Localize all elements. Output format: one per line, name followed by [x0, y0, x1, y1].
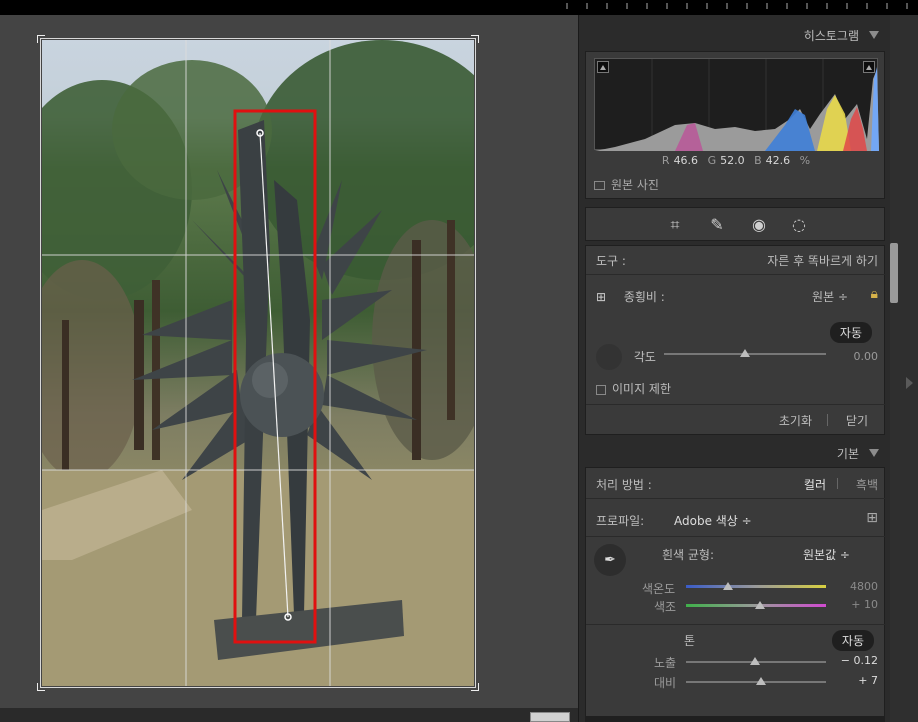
tint-slider-knob[interactable] [755, 601, 766, 609]
constrain-label: 이미지 제한 [612, 382, 672, 396]
original-photo-label: 원본 사진 [611, 178, 659, 192]
histogram-header[interactable]: 히스토그램 [585, 23, 883, 45]
profile-dropdown[interactable]: Adobe 색상 ÷ [674, 512, 752, 529]
temp-slider-knob[interactable] [723, 582, 733, 590]
divider [586, 404, 886, 405]
crop-handle-top-right[interactable] [471, 35, 479, 43]
top-strip [0, 0, 918, 15]
canvas-bottom-bar [0, 708, 578, 722]
r-value: 46.6 [673, 154, 699, 167]
tool-strip: ⌗ ✎ ◉ ◌ [585, 207, 885, 241]
crop-handle-top-left[interactable] [37, 35, 45, 43]
tool-row: 도구 : 자른 후 똑바르게 하기 [596, 252, 878, 269]
histogram-graph [594, 58, 879, 151]
white-balance-dropdown[interactable]: 원본값 ÷ [803, 546, 850, 563]
temp-value: 4800 [850, 580, 878, 593]
temp-slider[interactable] [686, 585, 826, 588]
lock-icon[interactable]: 🔒︎ [871, 286, 878, 302]
histogram-curve [595, 59, 879, 151]
treatment-row: 처리 방법 : 컬러 흑백 [596, 476, 878, 493]
basic-header[interactable]: 기본 [585, 441, 883, 463]
tone-label: 톤 [684, 634, 696, 648]
divider [586, 536, 886, 537]
tool-value: 자른 후 똑바르게 하기 [767, 254, 878, 268]
angle-slider-knob[interactable] [740, 349, 750, 357]
collapse-triangle-icon [869, 449, 879, 457]
collapse-triangle-icon [869, 31, 879, 39]
shadow-clipping-toggle[interactable] [597, 61, 609, 73]
scroll-thumb[interactable] [890, 243, 898, 303]
treatment-bw-option[interactable]: 흑백 [856, 476, 878, 493]
divider [586, 498, 886, 499]
canvas-bottom-box[interactable] [530, 712, 570, 722]
red-eye-icon[interactable]: ◉ [748, 214, 770, 236]
angle-row: 각도 0.00 [596, 344, 878, 370]
constrain-checkbox[interactable] [596, 384, 606, 395]
exposure-slider-knob[interactable] [749, 657, 760, 665]
contrast-slider-knob[interactable] [755, 677, 766, 685]
tint-label: 색조 [654, 600, 677, 614]
straighten-tool-icon[interactable] [596, 344, 622, 370]
panel-scrollbar[interactable] [890, 15, 918, 722]
angle-label: 각도 [633, 349, 656, 364]
contrast-label: 대비 [654, 676, 677, 690]
crop-straighten-panel: 도구 : 자른 후 똑바르게 하기 ⊞ 종횡비 : 원본 ÷ 🔒︎ 자동 각도 … [585, 245, 886, 435]
crop-frame-icon[interactable]: ⊞ [596, 290, 614, 304]
angle-value: 0.00 [853, 350, 879, 363]
profile-label: 프로파일: [596, 514, 645, 528]
exposure-value: − 0.12 [840, 654, 878, 667]
b-value: 42.6 [765, 154, 791, 167]
percent-sign: % [799, 154, 811, 167]
aspect-row: ⊞ 종횡비 : 원본 ÷ 🔒︎ [596, 286, 878, 305]
original-photo-toggle[interactable]: 원본 사진 [594, 176, 659, 193]
constrain-row[interactable]: 이미지 제한 [596, 380, 878, 397]
white-balance-eyedropper-icon[interactable]: ✒ [594, 544, 626, 576]
basic-title: 기본 [836, 447, 859, 461]
g-value: 52.0 [720, 154, 745, 167]
divider [586, 624, 886, 625]
rgb-readout: R 46.6 G 52.0 B 42.6 % [586, 154, 886, 167]
original-photo-checkbox[interactable] [594, 181, 605, 190]
aspect-dropdown[interactable]: 원본 ÷ [812, 288, 848, 305]
white-balance-label: 흰색 균형: [662, 548, 715, 562]
divider [586, 274, 886, 275]
profile-browser-icon[interactable]: ⊞ [866, 510, 878, 526]
button-divider [827, 414, 828, 426]
r-label: R [661, 154, 670, 167]
treatment-label: 처리 방법 : [596, 478, 652, 492]
crop-tool-icon[interactable]: ⌗ [664, 214, 686, 236]
contrast-value: + 7 [858, 674, 878, 687]
b-label: B [754, 154, 762, 167]
aspect-label: 종횡비 : [623, 290, 665, 304]
highlight-clipping-toggle[interactable] [863, 61, 875, 73]
treatment-color-option[interactable]: 컬러 [804, 476, 826, 493]
crop-frame[interactable] [40, 38, 476, 688]
expand-panel-arrow-icon[interactable] [906, 377, 913, 389]
temp-label: 색온도 [642, 582, 676, 596]
crop-handle-bottom-right[interactable] [471, 683, 479, 691]
tint-value: + 10 [851, 598, 878, 611]
treatment-divider [837, 478, 838, 489]
g-label: G [707, 154, 717, 167]
tone-auto-button[interactable]: 자동 [831, 630, 874, 651]
histogram-panel: R 46.6 G 52.0 B 42.6 % 원본 사진 [585, 51, 885, 199]
top-strip-ticks [548, 3, 908, 9]
reset-button[interactable]: 초기화 [779, 412, 812, 429]
spot-removal-icon[interactable]: ✎ [706, 214, 728, 236]
exposure-label: 노출 [654, 656, 677, 670]
auto-straighten-button[interactable]: 자동 [829, 322, 872, 343]
profile-row: 프로파일: Adobe 색상 ÷ ⊞ [596, 510, 878, 529]
develop-right-panel: 히스토그램 R 46.6 G 52.0 B 42.6 % 원본 사진 ⌗ ✎ ◉… [578, 15, 890, 722]
masking-icon[interactable]: ◌ [788, 214, 810, 236]
basic-panel: 처리 방법 : 컬러 흑백 프로파일: Adobe 색상 ÷ ⊞ ✒ 흰색 균형… [585, 467, 886, 717]
histogram-title: 히스토그램 [803, 29, 859, 43]
close-button[interactable]: 닫기 [846, 412, 868, 429]
panel-footer [585, 717, 885, 722]
crop-handle-bottom-left[interactable] [37, 683, 45, 691]
tool-label: 도구 : [596, 254, 626, 268]
